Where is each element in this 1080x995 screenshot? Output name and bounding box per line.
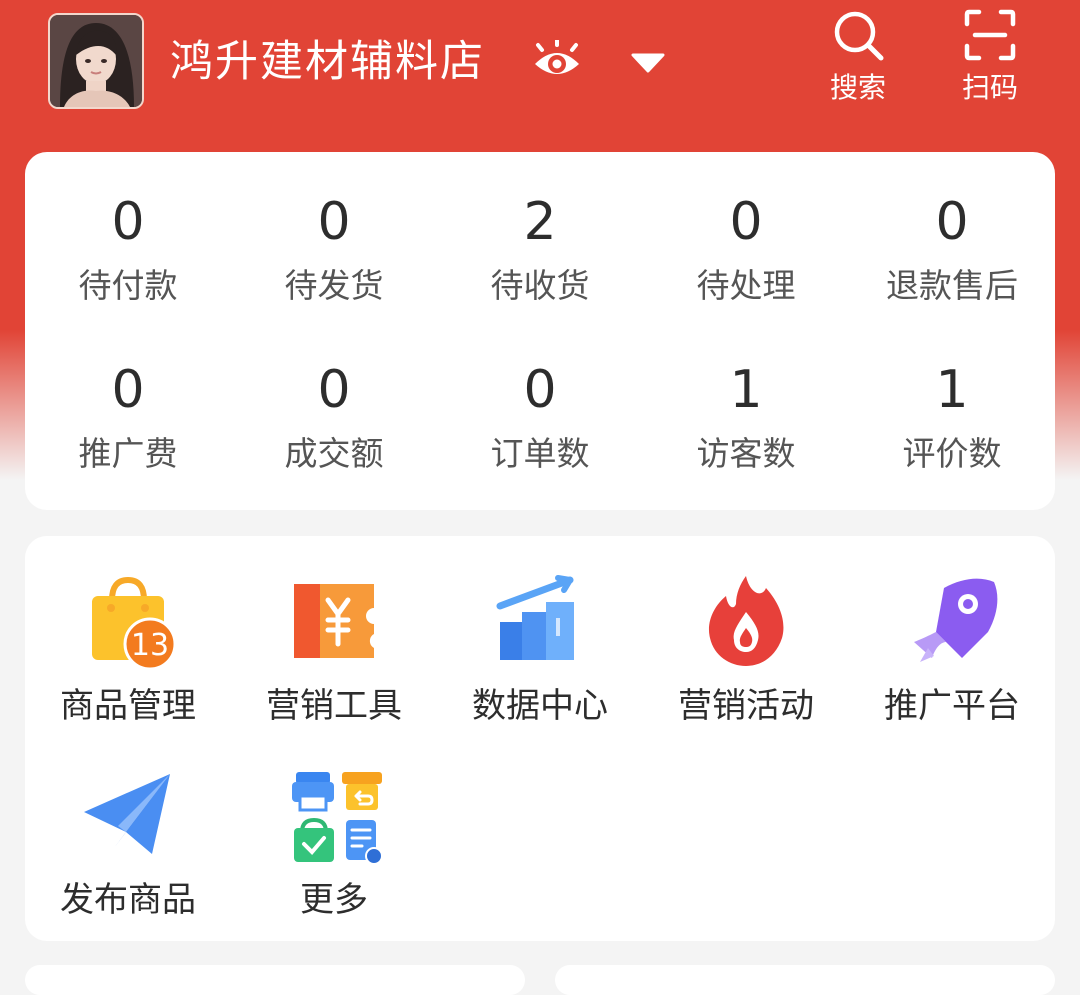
menu-item-more[interactable]: 更多	[231, 766, 437, 922]
stat-value: 0	[317, 192, 351, 252]
stat-value: 1	[729, 360, 763, 420]
menu-label: 营销活动	[678, 686, 814, 726]
product-badge: 13	[131, 628, 169, 663]
search-icon	[834, 11, 884, 61]
stat-value: 0	[111, 192, 145, 252]
stat-value: 0	[317, 360, 351, 420]
menu-label: 推广平台	[884, 686, 1020, 726]
more-apps-icon	[292, 772, 383, 865]
feature-grid-card: 13 商品管理 营销工具 数据中心 营销活动 推广平台 发布商品 更多	[25, 536, 1055, 941]
bottom-card-right	[555, 965, 1055, 995]
stat-value: 0	[729, 192, 763, 252]
menu-item-product-management[interactable]: 13 商品管理	[25, 572, 231, 728]
menu-item-marketing-events[interactable]: 营销活动	[643, 572, 849, 728]
stat-pending-payment[interactable]: 0 待付款	[25, 192, 231, 308]
stat-turnover[interactable]: 0 成交额	[231, 360, 437, 476]
flame-icon	[708, 576, 784, 666]
shopping-bag-icon: 13	[92, 576, 177, 671]
stat-label: 订单数	[490, 434, 590, 473]
stat-label: 待处理	[696, 266, 796, 305]
menu-label: 数据中心	[472, 686, 608, 726]
menu-item-promotion-platform[interactable]: 推广平台	[849, 572, 1055, 728]
stat-promotion-fee[interactable]: 0 推广费	[25, 360, 231, 476]
bar-chart-icon	[496, 575, 574, 660]
stat-label: 访客数	[696, 434, 796, 473]
stat-pending-process[interactable]: 0 待处理	[643, 192, 849, 308]
stat-label: 待收货	[490, 266, 590, 305]
paper-plane-icon	[84, 774, 170, 854]
menu-label: 营销工具	[266, 686, 402, 726]
stat-value: 0	[111, 360, 145, 420]
stat-value: 0	[935, 192, 969, 252]
menu-label: 更多	[300, 880, 368, 920]
search-label: 搜索	[829, 71, 886, 104]
stat-visitor-count[interactable]: 1 访客数	[643, 360, 849, 476]
avatar[interactable]	[48, 13, 144, 109]
avatar-image	[50, 15, 142, 107]
rocket-icon	[914, 578, 998, 662]
stat-value: 0	[523, 360, 557, 420]
scan-label: 扫码	[961, 71, 1018, 104]
stat-value: 2	[523, 192, 557, 252]
eye-icon[interactable]	[532, 40, 582, 84]
stat-label: 成交额	[284, 434, 384, 473]
stat-refund-aftersale[interactable]: 0 退款售后	[849, 192, 1055, 308]
stats-card: 0 待付款 0 待发货 2 待收货 0 待处理 0 退款售后 0 推广费 0 成…	[25, 152, 1055, 510]
scan-icon	[964, 9, 1016, 61]
menu-item-marketing-tools[interactable]: 营销工具	[231, 572, 437, 728]
stat-label: 待发货	[284, 266, 384, 305]
stat-label: 评价数	[902, 434, 1002, 473]
shop-name[interactable]: 鸿升建材辅料店	[170, 34, 485, 90]
stat-pending-receipt[interactable]: 2 待收货	[437, 192, 643, 308]
menu-label: 发布商品	[60, 880, 196, 920]
stat-label: 推广费	[78, 434, 178, 473]
menu-label: 商品管理	[60, 686, 196, 726]
scan-button[interactable]: 扫码	[950, 8, 1030, 106]
coupon-icon	[294, 584, 374, 658]
stat-order-count[interactable]: 0 订单数	[437, 360, 643, 476]
stat-pending-shipment[interactable]: 0 待发货	[231, 192, 437, 308]
stat-label: 待付款	[78, 266, 178, 305]
stat-value: 1	[935, 360, 969, 420]
bottom-card-left	[25, 965, 525, 995]
stat-review-count[interactable]: 1 评价数	[849, 360, 1055, 476]
menu-item-publish-product[interactable]: 发布商品	[25, 766, 231, 922]
menu-item-data-center[interactable]: 数据中心	[437, 572, 643, 728]
caret-down-icon[interactable]	[630, 52, 666, 74]
stat-label: 退款售后	[886, 266, 1018, 305]
search-button[interactable]: 搜索	[818, 8, 898, 106]
